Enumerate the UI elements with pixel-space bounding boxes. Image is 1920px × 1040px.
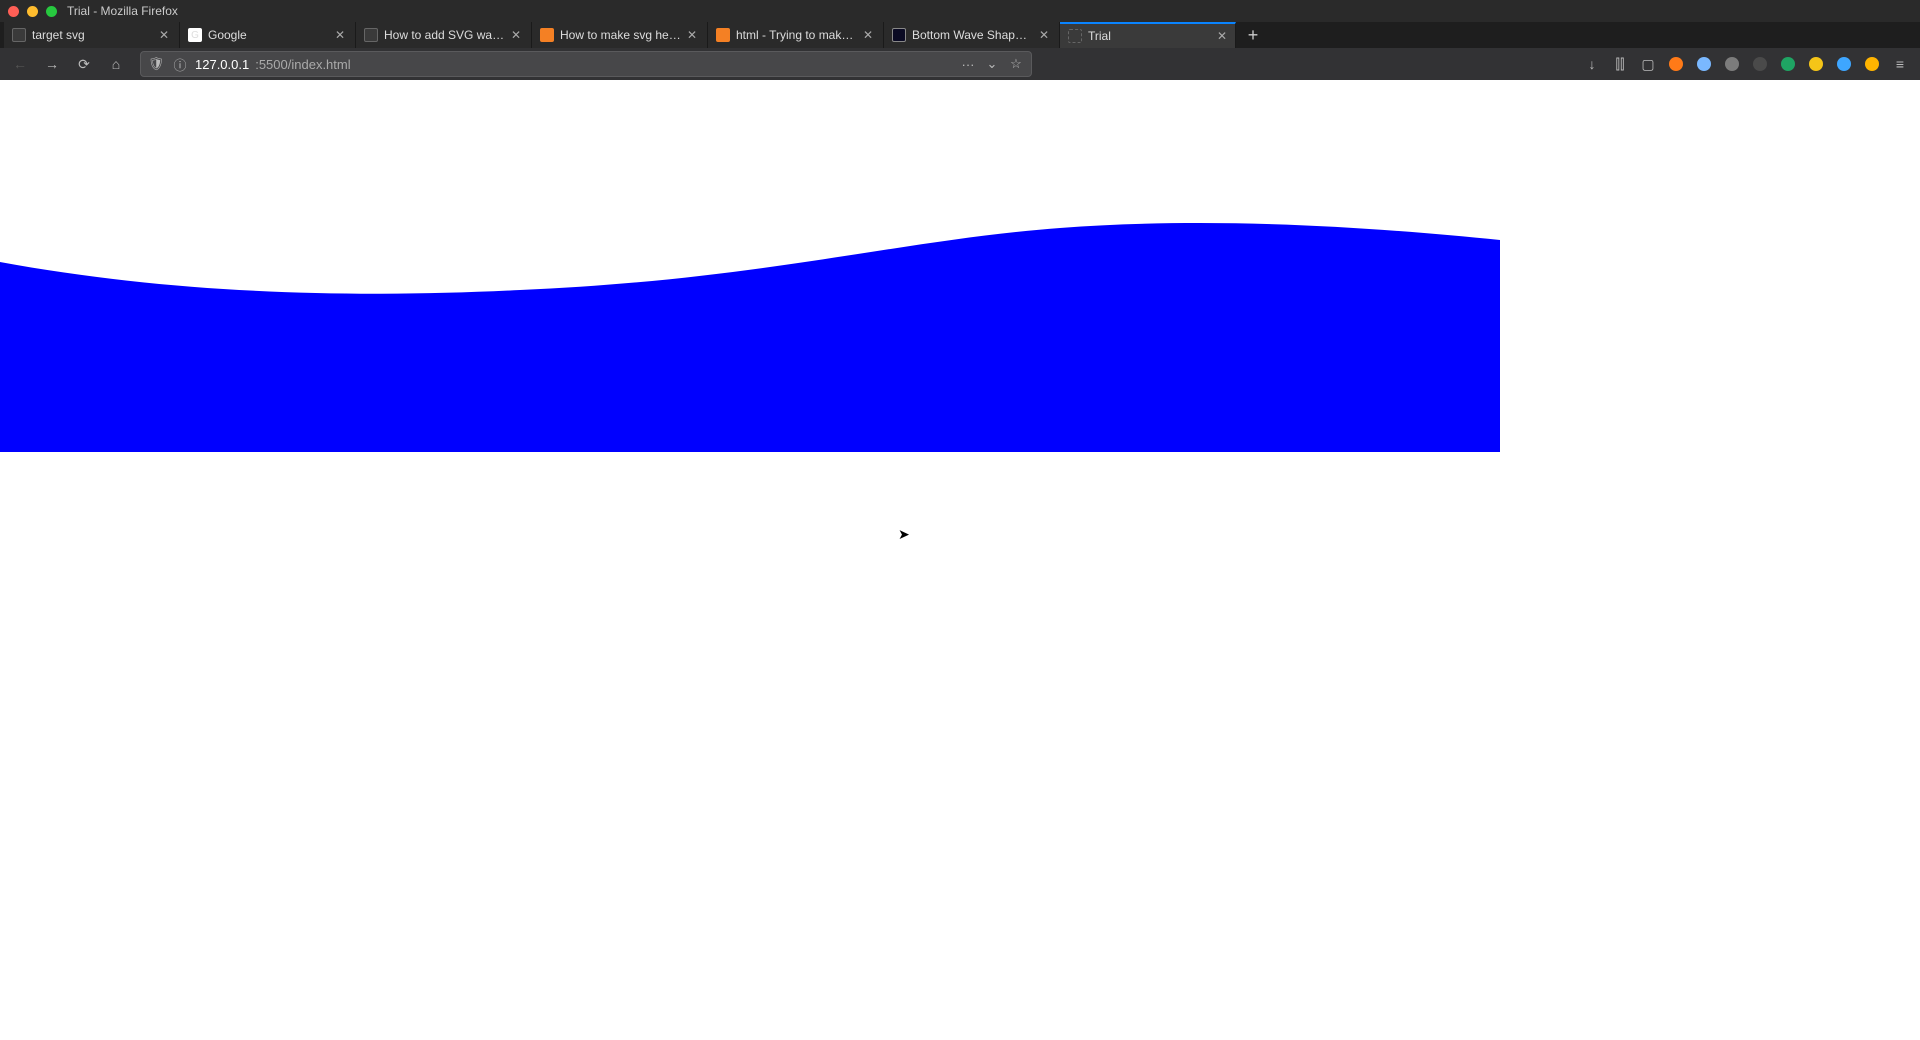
favicon-icon: G <box>188 28 202 42</box>
window-title: Trial - Mozilla Firefox <box>67 4 178 18</box>
downloads-button[interactable]: ↓ <box>1580 52 1604 76</box>
url-host: 127.0.0.1 <box>195 57 249 72</box>
extension-icon <box>1809 57 1823 71</box>
tab-target-svg[interactable]: target svg ✕ <box>4 22 180 48</box>
tab-label: How to make svg height sa <box>560 28 681 42</box>
extension-button[interactable] <box>1748 52 1772 76</box>
tab-label: Trial <box>1088 29 1227 43</box>
extension-button[interactable] <box>1804 52 1828 76</box>
pocket-icon[interactable]: ⌄ <box>983 56 1001 72</box>
url-bar[interactable]: 🛡 ⓘ 127.0.0.1 :5500/index.html ··· ⌄ ☆ <box>140 51 1032 77</box>
extension-button[interactable] <box>1776 52 1800 76</box>
favicon-icon <box>364 28 378 42</box>
close-icon[interactable]: ✕ <box>1037 28 1051 42</box>
extension-icon <box>1837 57 1851 71</box>
extension-button[interactable] <box>1664 52 1688 76</box>
page-viewport: ➤ <box>0 80 1920 1040</box>
nav-toolbar: ← → ⟳ ⌂ 🛡 ⓘ 127.0.0.1 :5500/index.html ··… <box>0 48 1920 80</box>
extension-icon <box>1865 57 1879 71</box>
tab-google[interactable]: G Google ✕ <box>180 22 356 48</box>
favicon-icon <box>716 28 730 42</box>
extension-button[interactable] <box>1692 52 1716 76</box>
extension-icon <box>1781 57 1795 71</box>
window-titlebar: Trial - Mozilla Firefox <box>0 0 1920 22</box>
url-rest: :5500/index.html <box>255 57 350 72</box>
new-tab-button[interactable]: + <box>1240 22 1266 48</box>
tab-bottomwave[interactable]: Bottom Wave Shape Effect ✕ <box>884 22 1060 48</box>
vertical-scrollbar[interactable] <box>1906 160 1920 1040</box>
sidebar-button[interactable]: ▢ <box>1636 52 1660 76</box>
favicon-icon <box>12 28 26 42</box>
extension-button[interactable] <box>1720 52 1744 76</box>
extension-icon <box>1753 57 1767 71</box>
window-minimize-button[interactable] <box>27 6 38 17</box>
tab-label: How to add SVG waves to y <box>384 28 505 42</box>
close-icon[interactable]: ✕ <box>509 28 523 42</box>
forward-button[interactable]: → <box>38 51 66 77</box>
shield-icon[interactable]: 🛡 <box>147 56 165 72</box>
window-maximize-button[interactable] <box>46 6 57 17</box>
close-icon[interactable]: ✕ <box>685 28 699 42</box>
favicon-icon <box>540 28 554 42</box>
extension-button[interactable] <box>1832 52 1856 76</box>
window-controls <box>8 6 57 17</box>
close-icon[interactable]: ✕ <box>157 28 171 42</box>
close-icon[interactable]: ✕ <box>861 28 875 42</box>
home-button[interactable]: ⌂ <box>102 51 130 77</box>
tab-label: html - Trying to make SVG <box>736 28 857 42</box>
favicon-icon <box>1068 29 1082 43</box>
extension-icon <box>1697 57 1711 71</box>
wave-svg <box>0 80 1500 840</box>
extension-button[interactable] <box>1860 52 1884 76</box>
window-close-button[interactable] <box>8 6 19 17</box>
hamburger-menu-button[interactable]: ≡ <box>1888 52 1912 76</box>
tab-addwaves[interactable]: How to add SVG waves to y ✕ <box>356 22 532 48</box>
page-actions-icon[interactable]: ··· <box>959 57 977 72</box>
tab-svgheight[interactable]: How to make svg height sa ✕ <box>532 22 708 48</box>
tab-label: target svg <box>32 28 153 42</box>
close-icon[interactable]: ✕ <box>1215 29 1229 43</box>
extension-icon <box>1725 57 1739 71</box>
toolbar-right: ↓ ⫿⫿ ▢ ≡ <box>1580 52 1912 76</box>
tab-trial[interactable]: Trial ✕ <box>1060 22 1236 48</box>
reload-button[interactable]: ⟳ <box>70 51 98 77</box>
favicon-icon <box>892 28 906 42</box>
tab-tryingsvg[interactable]: html - Trying to make SVG ✕ <box>708 22 884 48</box>
site-info-icon[interactable]: ⓘ <box>171 55 189 74</box>
close-icon[interactable]: ✕ <box>333 28 347 42</box>
wave-path <box>0 223 1500 452</box>
bookmark-star-icon[interactable]: ☆ <box>1007 56 1025 72</box>
tab-label: Google <box>208 28 329 42</box>
library-button[interactable]: ⫿⫿ <box>1608 52 1632 76</box>
extension-icon <box>1669 57 1683 71</box>
tab-label: Bottom Wave Shape Effect <box>912 28 1033 42</box>
back-button[interactable]: ← <box>6 51 34 77</box>
tab-strip: target svg ✕ G Google ✕ How to add SVG w… <box>0 22 1920 48</box>
